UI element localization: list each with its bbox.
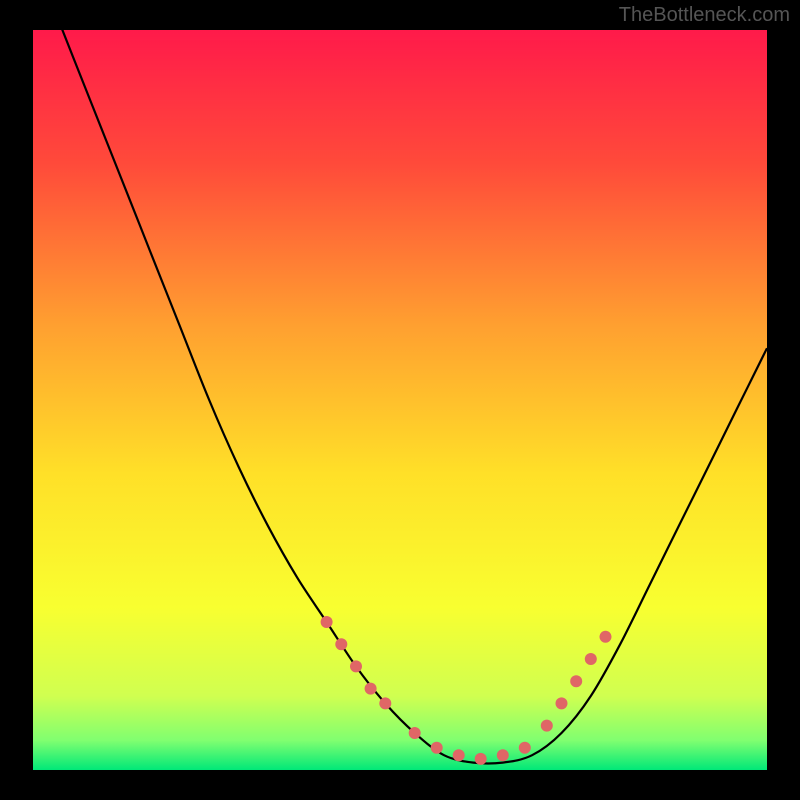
marker-point (556, 697, 568, 709)
marker-point (497, 749, 509, 761)
marker-point (335, 638, 347, 650)
marker-point (600, 631, 612, 643)
marker-point (365, 683, 377, 695)
watermark-text: TheBottleneck.com (619, 4, 790, 27)
chart-svg (33, 30, 767, 770)
gradient-background (33, 30, 767, 770)
marker-point (541, 720, 553, 732)
marker-point (431, 742, 443, 754)
marker-point (519, 742, 531, 754)
marker-point (379, 697, 391, 709)
marker-point (570, 675, 582, 687)
marker-point (321, 616, 333, 628)
plot-area (33, 30, 767, 770)
marker-point (453, 749, 465, 761)
chart-container: TheBottleneck.com (0, 0, 800, 800)
marker-point (409, 727, 421, 739)
marker-point (350, 660, 362, 672)
marker-point (585, 653, 597, 665)
marker-point (475, 753, 487, 765)
